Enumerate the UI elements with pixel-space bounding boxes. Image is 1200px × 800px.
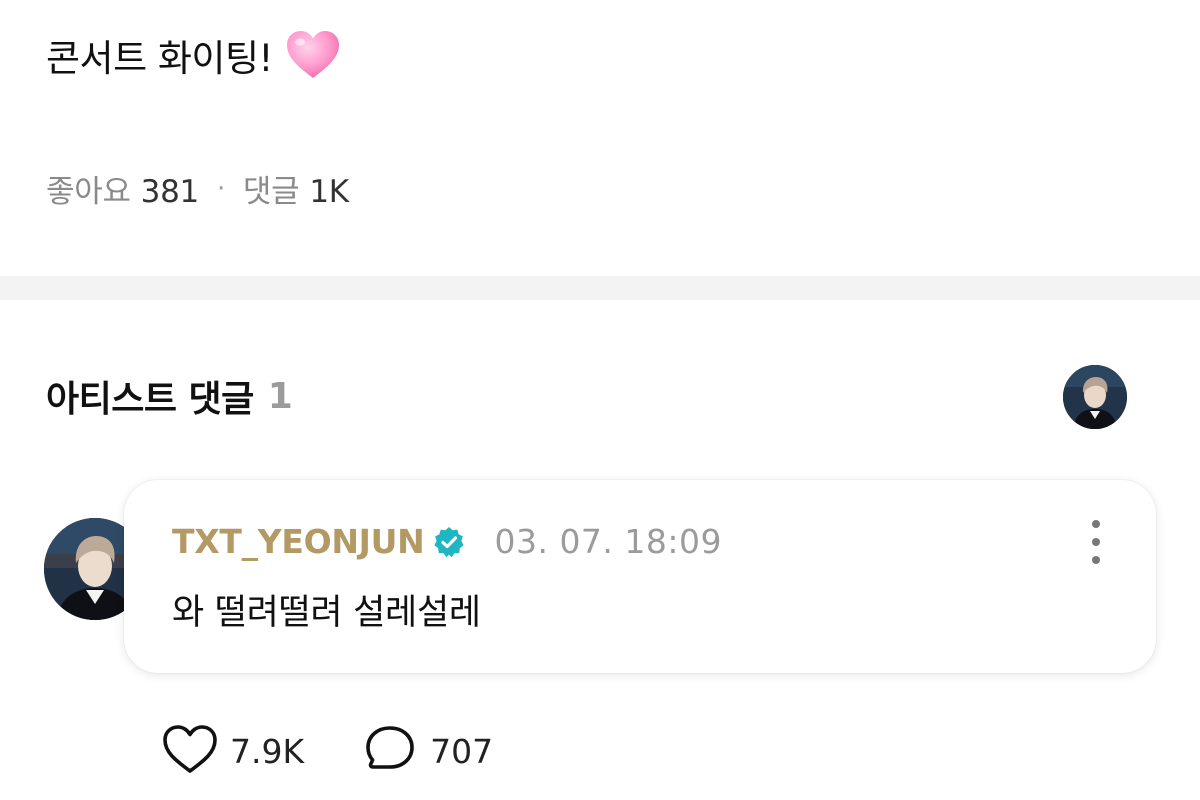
section-divider xyxy=(0,276,1200,300)
comment-header: TXT_YEONJUN 03. 07. 18:09 xyxy=(172,522,722,561)
comment-author-name[interactable]: TXT_YEONJUN xyxy=(172,522,425,561)
comments-label: 댓글 xyxy=(242,174,300,210)
comments-stat[interactable]: 댓글 1K xyxy=(243,166,349,211)
post-content: 콘서트 화이팅! xyxy=(46,28,341,82)
section-title: 아티스트 댓글 xyxy=(46,379,254,420)
comments-count: 1K xyxy=(309,174,349,210)
reply-button[interactable]: 707 xyxy=(360,722,493,780)
like-button[interactable]: 7.9K xyxy=(160,722,304,780)
comment-actions: 7.9K 707 xyxy=(160,722,493,780)
post-stats: 좋아요 381 · 댓글 1K xyxy=(46,166,349,211)
stats-separator: · xyxy=(216,173,225,204)
more-options-icon[interactable] xyxy=(1082,520,1110,564)
likes-count: 381 xyxy=(140,174,200,210)
pink-heart-icon xyxy=(285,29,341,81)
comment-text: 와 떨려떨려 설레설레 xyxy=(172,593,481,633)
like-count: 7.9K xyxy=(230,731,305,771)
heart-outline-icon xyxy=(160,722,220,780)
section-count: 1 xyxy=(267,375,293,417)
likes-label: 좋아요 xyxy=(46,174,131,210)
verified-badge-icon xyxy=(432,525,466,559)
post-text: 콘서트 화이팅! xyxy=(46,37,273,80)
artist-avatar-small[interactable] xyxy=(1063,365,1127,429)
comment-bubble-icon xyxy=(360,722,420,780)
comment-timestamp: 03. 07. 18:09 xyxy=(494,522,723,561)
post-detail-page: 콘서트 화이팅! 좋아요 381 · 댓글 1K 아티스트 댓글 1 TXT_Y… xyxy=(0,0,1200,800)
artist-comments-header: 아티스트 댓글 1 xyxy=(46,370,293,422)
artist-comment-card[interactable]: TXT_YEONJUN 03. 07. 18:09 와 떨려떨려 설레설레 xyxy=(124,480,1156,673)
reply-count: 707 xyxy=(430,731,494,771)
likes-stat[interactable]: 좋아요 381 xyxy=(46,166,199,211)
